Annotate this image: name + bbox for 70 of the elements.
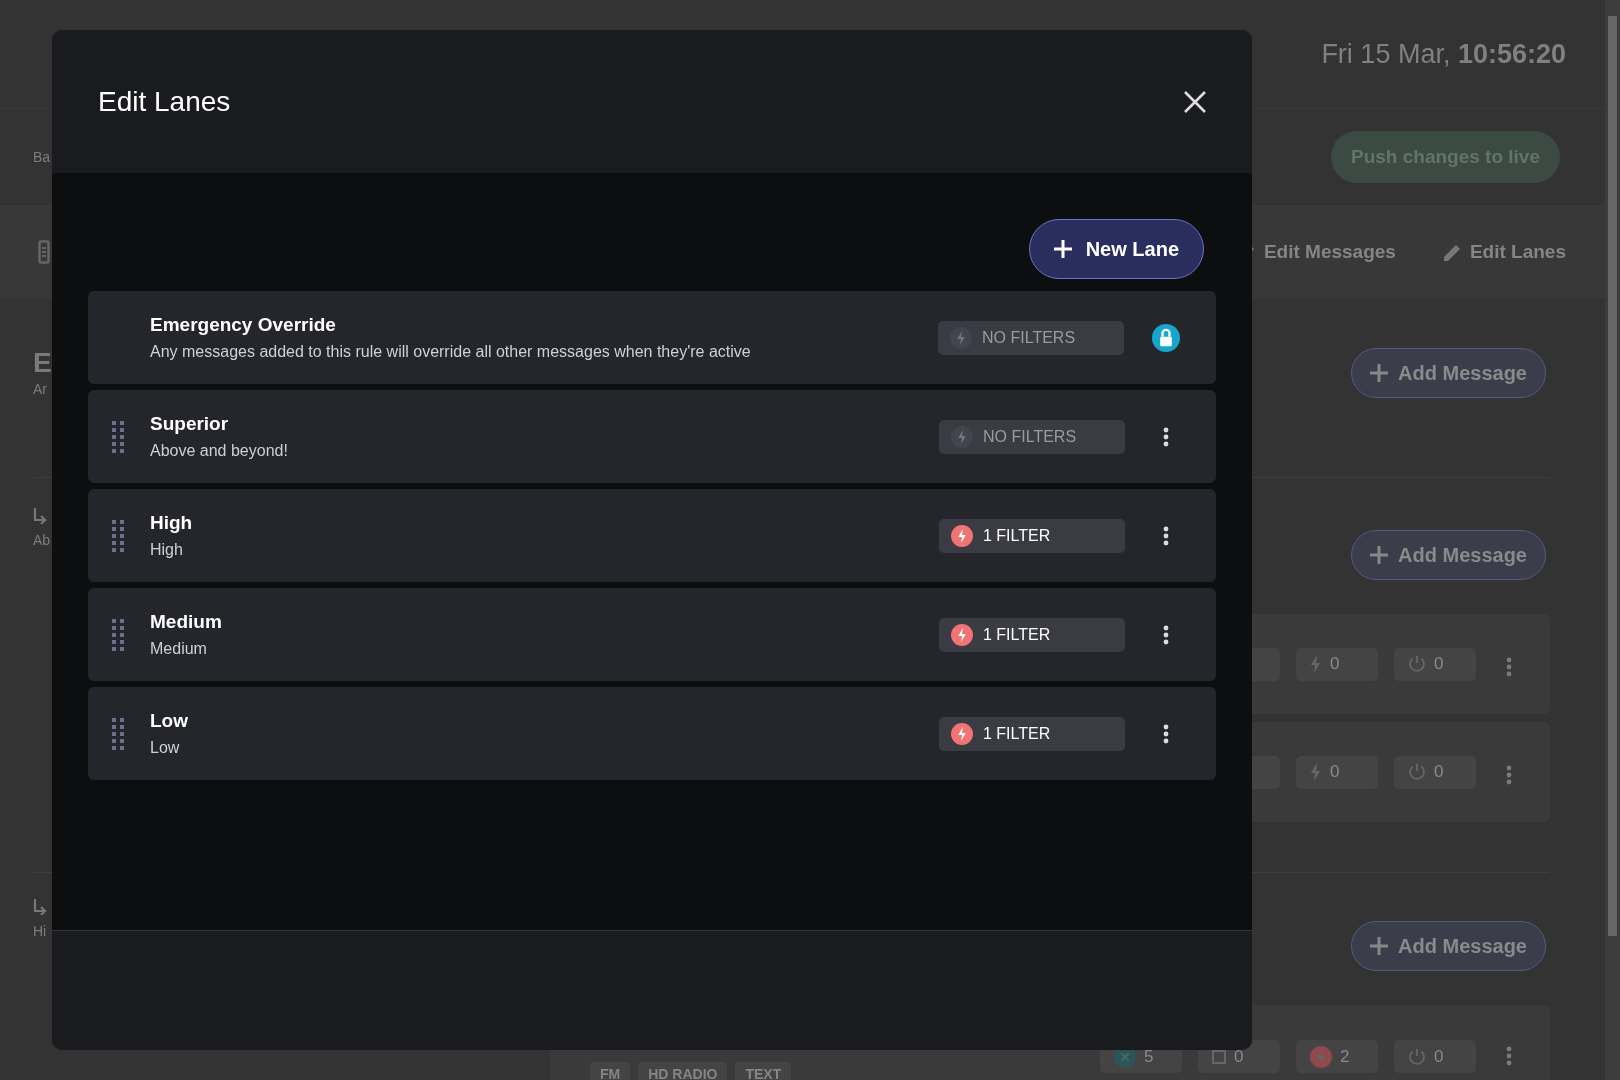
filter-chip[interactable]: 1 FILTER [939,518,1125,553]
date-time-text: Fri 15 Mar, 10:56:20 [1321,37,1566,71]
lane-name: Emergency Override [150,313,337,338]
kebab-icon[interactable] [1163,624,1169,645]
counter-value: 0 [1434,1045,1444,1068]
bolt-icon [951,623,973,646]
lane-name: Medium [150,610,223,635]
lane-row[interactable]: Medium Medium 1 FILTER [88,588,1216,681]
lane-row[interactable]: Emergency Override Any messages added to this rule will override all other messages when they're active NO FILTERS [88,291,1216,384]
close-icon [1184,91,1206,114]
tag: FM [590,1062,631,1080]
plus-icon [1370,937,1389,955]
bolt-icon [950,326,972,349]
scrollbar[interactable] [1605,0,1620,1080]
modal-title: Edit Lanes [98,84,231,119]
lane-description: Medium [150,638,208,659]
new-lane-button[interactable]: New Lane [1028,219,1204,279]
plus-icon [1053,240,1072,258]
pencil-icon [1443,243,1462,261]
lane-row[interactable]: High High 1 FILTER [88,489,1216,582]
plus-icon [1370,364,1389,382]
counter-value: 0 [1434,761,1444,784]
counter-value: 0 [1434,653,1444,676]
counter-value: 0 [1330,761,1340,784]
bolt-icon [951,722,973,745]
kebab-icon[interactable] [1163,723,1169,744]
lane-row[interactable]: Superior Above and beyond! NO FILTERS [88,390,1216,483]
bolt-icon [951,524,973,547]
power-icon [1408,763,1426,781]
toolbar-text: Ba [33,147,51,167]
filter-chip[interactable]: 1 FILTER [939,716,1125,751]
close-button[interactable] [1184,89,1206,114]
square-icon [1212,1049,1226,1064]
bolt-icon [951,425,973,448]
power-icon [1408,655,1426,673]
power-icon [1408,1047,1426,1066]
lane-row[interactable]: Low Low 1 FILTER [88,687,1216,780]
drag-handle-icon [112,519,124,552]
lane-description: Above and beyond! [150,440,289,461]
drag-handle-icon [112,618,124,651]
kebab-icon[interactable] [1163,426,1169,447]
plus-icon [1370,546,1389,564]
kebab-icon [1506,1046,1512,1066]
counter-value: 0 [1234,1045,1244,1068]
filter-chip[interactable]: NO FILTERS [938,320,1124,355]
document-icon [38,240,50,264]
section-subtitle: Ar [33,379,48,399]
section-title: E [33,348,52,379]
lane-description: Any messages added to this rule will override all other messages when they're active [150,341,752,362]
lane-name: Superior [150,412,230,437]
lane-description: High [150,539,184,560]
lane-name: Low [150,709,189,734]
filter-chip[interactable]: NO FILTERS [939,419,1125,454]
counter-value: 0 [1330,653,1340,676]
kebab-icon [1506,657,1512,677]
filter-chip[interactable]: 1 FILTER [939,617,1125,652]
lane-name: High [150,511,194,536]
kebab-icon [1506,765,1512,785]
section-subtitle: Hi [33,922,47,941]
drag-handle-icon [112,717,124,750]
section-subtitle: Ab [33,531,51,550]
counter-value: 5 [1144,1045,1154,1068]
counter-value: 2 [1340,1045,1350,1068]
sub-arrow-icon [33,899,47,915]
kebab-icon[interactable] [1163,525,1169,546]
tag: HD RADIO [638,1062,728,1080]
sub-arrow-icon [33,508,47,524]
tag: TEXT [735,1062,792,1080]
lane-description: Low [150,737,181,758]
drag-handle-icon [112,420,124,453]
